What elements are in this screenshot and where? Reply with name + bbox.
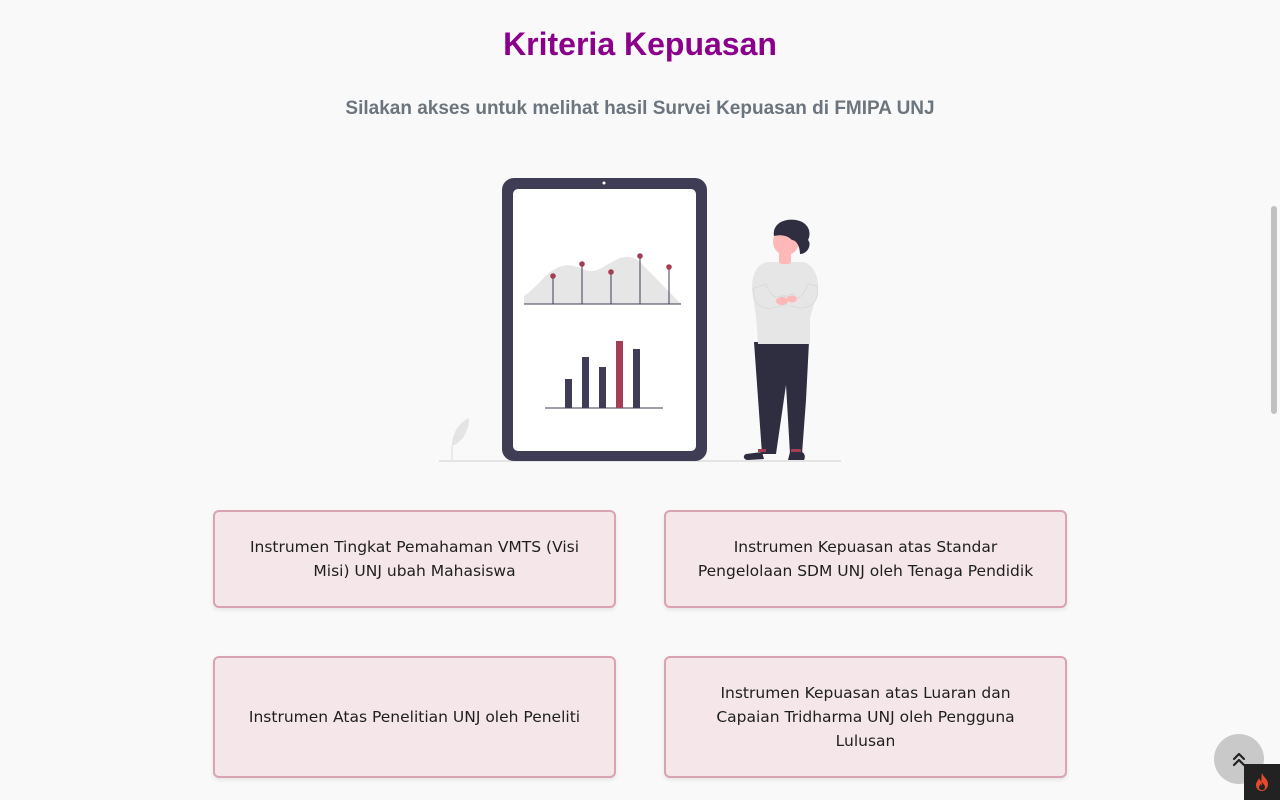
scrollbar-thumb[interactable] <box>1271 206 1277 414</box>
marker-dot <box>550 273 556 279</box>
leaf-shape <box>452 418 469 446</box>
bar <box>633 349 640 408</box>
marker-dot <box>579 261 585 267</box>
marker-dot <box>608 269 614 275</box>
card-label: Instrumen Atas Penelitian UNJ oleh Penel… <box>248 708 581 726</box>
marker-dot <box>666 264 672 270</box>
instrument-card-vmts[interactable]: Instrumen Tingkat Pemahaman VMTS (Visi M… <box>213 510 616 608</box>
bar <box>565 379 572 408</box>
card-label: Instrumen Kepuasan atas Standar Pengelol… <box>697 538 1034 580</box>
flame-icon <box>1256 773 1268 791</box>
marker-dot <box>637 253 643 259</box>
tablet-screen <box>513 189 696 451</box>
page-title: Kriteria Kepuasan <box>503 26 777 62</box>
instrument-card-penelitian[interactable]: Instrumen Atas Penelitian UNJ oleh Penel… <box>213 656 616 778</box>
dashboard-illustration <box>439 178 841 462</box>
page-subtitle: Silakan akses untuk melihat hasil Survei… <box>345 98 935 119</box>
card-label: Instrumen Kepuasan atas Luaran dan Capai… <box>716 684 1015 750</box>
page-scrollbar[interactable] <box>1268 0 1280 800</box>
instrument-card-luaran[interactable]: Instrumen Kepuasan atas Luaran dan Capai… <box>664 656 1067 778</box>
instrument-card-sdm[interactable]: Instrumen Kepuasan atas Standar Pengelol… <box>664 510 1067 608</box>
bar <box>582 357 589 408</box>
debug-toolbar-button[interactable] <box>1244 764 1280 800</box>
page: Kriteria Kepuasan Silakan akses untuk me… <box>0 0 1280 800</box>
bar <box>616 341 623 408</box>
bar <box>599 367 606 408</box>
tablet-camera <box>602 181 606 185</box>
card-label: Instrumen Tingkat Pemahaman VMTS (Visi M… <box>249 538 580 580</box>
person-figure <box>743 219 819 460</box>
